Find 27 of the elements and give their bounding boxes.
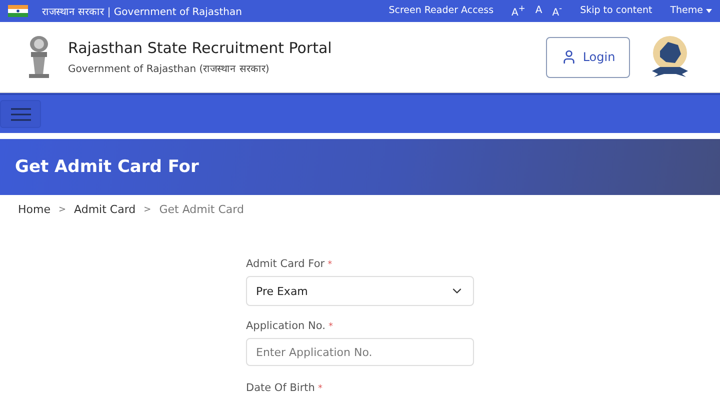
top-link[interactable]: Skip to content: [580, 5, 652, 16]
login-button[interactable]: Login: [546, 36, 630, 78]
field-label: Date Of Birth *: [246, 382, 324, 394]
top-link[interactable]: Screen Reader Access: [388, 5, 494, 16]
portal-title: Rajasthan State Recruitment Portal: [68, 39, 332, 57]
field-label: Application No. *: [246, 320, 334, 332]
breadcrumb-separator: >: [144, 204, 152, 214]
breadcrumb-separator: >: [58, 204, 66, 214]
breadcrumb-link[interactable]: Admit Card: [74, 203, 136, 216]
select-field[interactable]: Pre Exam: [246, 276, 474, 306]
seal-drawing: [650, 35, 690, 79]
theme-dropdown[interactable]: Theme: [670, 5, 712, 16]
font-size-button[interactable]: A$^{+}$: [512, 3, 526, 19]
user-icon: [560, 49, 577, 65]
menu-button[interactable]: [0, 100, 41, 128]
breadcrumb-link[interactable]: Home: [18, 203, 50, 216]
page-title: Get Admit Card For: [15, 157, 199, 177]
caret-icon: [706, 8, 712, 13]
current-page-label: Get Admit Card: [159, 203, 244, 216]
flag-icon: [8, 5, 28, 17]
font-size-button[interactable]: A: [535, 5, 542, 16]
menu-icon: [10, 108, 30, 120]
portal-subtitle: Government of Rajasthan (राजस्थान सरकार): [68, 63, 270, 75]
font-size-button[interactable]: A$^{-}$: [552, 3, 562, 19]
field-label: Admit Card For *: [246, 258, 334, 270]
input-field[interactable]: Enter Application No.: [246, 338, 474, 366]
government-label: राजस्थान सरकार | Government of Rajasthan: [42, 6, 242, 18]
